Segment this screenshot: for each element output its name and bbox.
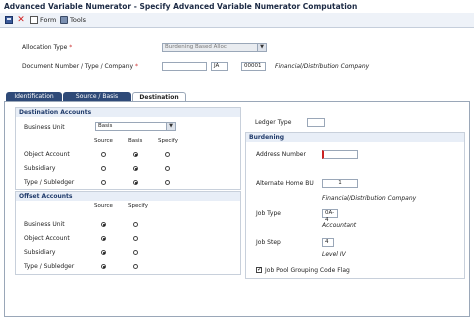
ledger-type-label: Ledger Type — [255, 119, 292, 126]
offset-object-account-specify-radio[interactable] — [133, 236, 138, 241]
company-name: Financial/Distribution Company — [275, 63, 370, 70]
offset-subsidiary-source-radio[interactable] — [101, 250, 106, 255]
tools-menu[interactable]: Tools — [60, 15, 86, 25]
form-menu[interactable]: Form — [30, 15, 56, 25]
offset-type-subledger-specify-radio[interactable] — [133, 264, 138, 269]
offset-accounts-section: Offset Accounts Source Specify Business … — [15, 191, 241, 275]
alt-home-bu-field[interactable]: 1 — [322, 179, 358, 188]
offset-accounts-title: Offset Accounts — [16, 192, 240, 201]
document-type-field[interactable]: JA — [211, 62, 228, 71]
toolbar: ✕ Form Tools — [0, 13, 474, 28]
address-number-label: Address Number — [256, 151, 306, 158]
alt-home-bu-desc: Financial/Distribution Company — [322, 195, 417, 202]
dest-business-unit-label: Business Unit — [24, 124, 65, 131]
offset-col-specify: Specify — [128, 203, 149, 209]
offset-col-source: Source — [94, 203, 113, 209]
document-company-field[interactable]: 00001 — [241, 62, 266, 71]
dest-subsidiary-label: Subsidiary — [24, 165, 56, 172]
dest-type-subledger-label: Type / Subledger — [24, 179, 75, 186]
offset-subsidiary-specify-radio[interactable] — [133, 250, 138, 255]
dest-subsidiary-source-radio[interactable] — [101, 166, 106, 171]
dest-business-unit-select[interactable]: Basis ▼ — [95, 122, 176, 131]
cancel-icon: ✕ — [17, 15, 25, 25]
dest-type-subledger-basis-radio[interactable] — [133, 180, 138, 185]
burdening-section: Burdening Address Number Alternate Home … — [245, 132, 465, 279]
dest-object-account-basis-radio[interactable] — [133, 152, 138, 157]
job-pool-label: Job Pool Grouping Code Flag — [265, 267, 350, 274]
tab-source-basis[interactable]: Source / Basis — [63, 92, 131, 101]
form-icon — [30, 16, 38, 24]
offset-business-unit-specify-radio[interactable] — [133, 222, 138, 227]
alt-home-bu-label: Alternate Home BU — [256, 180, 314, 187]
job-type-label: Job Type — [256, 210, 281, 217]
tools-icon — [60, 16, 68, 24]
dest-subsidiary-specify-radio[interactable] — [165, 166, 170, 171]
dest-subsidiary-basis-radio[interactable] — [133, 166, 138, 171]
dest-object-account-source-radio[interactable] — [101, 152, 106, 157]
document-label: Document Number / Type / Company * — [22, 63, 139, 70]
ledger-type-field[interactable] — [307, 118, 325, 127]
dest-type-subledger-source-radio[interactable] — [101, 180, 106, 185]
tab-destination[interactable]: Destination — [132, 92, 186, 101]
offset-object-account-source-radio[interactable] — [101, 236, 106, 241]
job-type-desc: Accountant — [322, 222, 357, 229]
destination-panel: Destination Accounts Business Unit Basis… — [4, 101, 470, 317]
offset-object-account-label: Object Account — [24, 235, 70, 242]
destination-accounts-section: Destination Accounts Business Unit Basis… — [15, 107, 241, 190]
offset-type-subledger-label: Type / Subledger — [24, 263, 75, 270]
dest-col-source: Source — [94, 138, 113, 144]
save-icon — [5, 16, 13, 24]
dest-object-account-label: Object Account — [24, 151, 70, 158]
dest-type-subledger-specify-radio[interactable] — [165, 180, 170, 185]
dest-col-basis: Basis — [128, 138, 143, 144]
cancel-button[interactable]: ✕ — [17, 15, 25, 25]
destination-accounts-title: Destination Accounts — [16, 108, 240, 117]
form-menu-label: Form — [40, 16, 57, 24]
job-step-desc: Level IV — [322, 251, 346, 258]
offset-subsidiary-label: Subsidiary — [24, 249, 56, 256]
job-step-field[interactable]: 4 — [322, 238, 334, 247]
chevron-down-icon[interactable]: ▼ — [166, 123, 175, 130]
tab-identification[interactable]: Identification — [6, 92, 62, 101]
job-step-label: Job Step — [256, 239, 281, 246]
offset-type-subledger-source-radio[interactable] — [101, 264, 106, 269]
tools-menu-label: Tools — [70, 16, 87, 24]
save-button[interactable] — [5, 15, 13, 25]
allocation-type-select[interactable]: Burdening Based Alloc ▼ — [162, 43, 267, 52]
job-type-field[interactable]: 0A-4 — [322, 209, 338, 223]
dest-col-specify: Specify — [158, 138, 179, 144]
address-number-field[interactable] — [322, 150, 358, 159]
offset-business-unit-source-radio[interactable] — [101, 222, 106, 227]
allocation-type-value: Burdening Based Alloc — [165, 44, 227, 50]
burdening-title: Burdening — [246, 133, 464, 142]
document-number-field[interactable] — [162, 62, 207, 71]
dest-object-account-specify-radio[interactable] — [165, 152, 170, 157]
job-pool-checkbox[interactable]: ✓ — [256, 267, 262, 273]
offset-business-unit-label: Business Unit — [24, 221, 65, 228]
window-title: Advanced Variable Numerator - Specify Ad… — [0, 0, 474, 13]
allocation-type-label: Allocation Type * — [22, 44, 73, 51]
dest-business-unit-value: Basis — [98, 123, 113, 129]
chevron-down-icon[interactable]: ▼ — [257, 44, 266, 51]
